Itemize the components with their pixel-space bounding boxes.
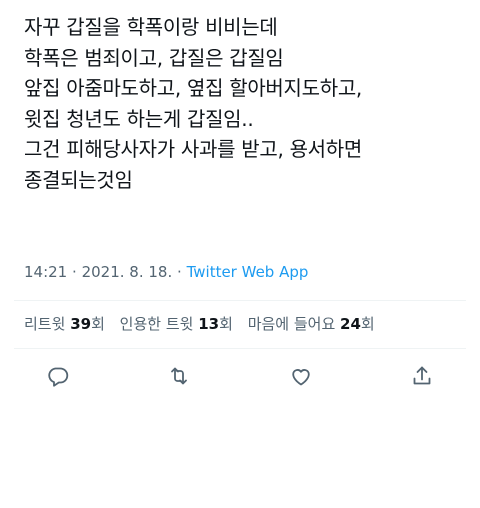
meta-separator: · <box>72 263 77 281</box>
tweet-meta: 14:21 · 2021. 8. 18. · Twitter Web App <box>24 262 308 282</box>
like-label: 마음에 들어요 <box>247 315 336 333</box>
tweet-text-line: 그건 피해당사자가 사과를 받고, 용서하면 <box>24 137 362 161</box>
share-button[interactable] <box>408 364 436 392</box>
tweet-text-line: 윗집 청년도 하는게 갑질임.. <box>24 106 254 131</box>
reply-icon <box>46 364 70 392</box>
tweet-source-link[interactable]: Twitter Web App <box>187 263 309 281</box>
tweet-text-line: 학폭은 범죄이고, 갑질은 갑질임 <box>24 45 284 70</box>
like-count-link[interactable]: 마음에 들어요 24회 <box>248 314 375 334</box>
quote-unit: 회 <box>219 315 233 333</box>
like-icon <box>289 364 313 392</box>
share-icon <box>410 364 434 392</box>
retweet-unit: 회 <box>91 315 105 333</box>
tweet-text-line: 종결되는것임 <box>24 167 133 192</box>
tweet-text-line: 앞집 아줌마도하고, 옆집 할아버지도하고, <box>24 76 362 100</box>
retweet-count: 39 <box>70 315 92 333</box>
tweet-time[interactable]: 14:21 <box>24 263 67 281</box>
tweet-text: 자꾸 갑질을 학폭이랑 비비는데 학폭은 범죄이고, 갑질은 갑질임 앞집 아줌… <box>24 12 464 195</box>
quote-count: 13 <box>198 315 220 333</box>
meta-separator: · <box>177 263 182 281</box>
tweet-date[interactable]: 2021. 8. 18. <box>82 263 173 281</box>
tweet-actions <box>44 364 436 392</box>
retweet-icon <box>167 364 191 392</box>
retweet-button[interactable] <box>165 364 193 392</box>
reply-button[interactable] <box>44 364 72 392</box>
tweet-detail: 자꾸 갑질을 학폭이랑 비비는데 학폭은 범죄이고, 갑질은 갑질임 앞집 아줌… <box>0 0 480 508</box>
tweet-stats: 리트윗 39회 인용한 트윗 13회 마음에 들어요 24회 <box>24 314 385 334</box>
like-button[interactable] <box>287 364 315 392</box>
quote-count-link[interactable]: 인용한 트윗 13회 <box>120 314 233 334</box>
like-count: 24 <box>340 315 361 333</box>
retweet-count-link[interactable]: 리트윗 39회 <box>24 314 105 334</box>
divider <box>14 348 466 349</box>
divider <box>14 300 466 301</box>
retweet-label: 리트윗 <box>24 315 66 333</box>
quote-label: 인용한 트윗 <box>119 315 194 333</box>
tweet-text-line: 자꾸 갑질을 학폭이랑 비비는데 <box>24 15 278 39</box>
like-unit: 회 <box>360 315 375 333</box>
